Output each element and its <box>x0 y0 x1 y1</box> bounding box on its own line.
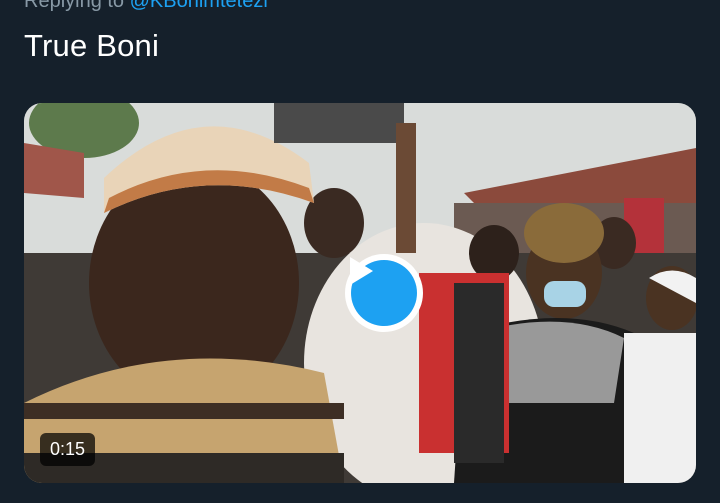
reply-prefix: Replying to <box>24 0 125 12</box>
video-player[interactable]: 0:15 <box>24 103 696 483</box>
play-icon <box>350 257 373 285</box>
reply-handle-link[interactable]: @KBonimtetezi <box>130 0 268 12</box>
tweet-text: True Boni <box>24 28 160 63</box>
reply-context: Replying to @KBonimtetezi <box>24 0 268 13</box>
play-button[interactable] <box>345 254 423 332</box>
video-duration: 0:15 <box>40 433 96 466</box>
play-icon-circle <box>350 257 417 326</box>
